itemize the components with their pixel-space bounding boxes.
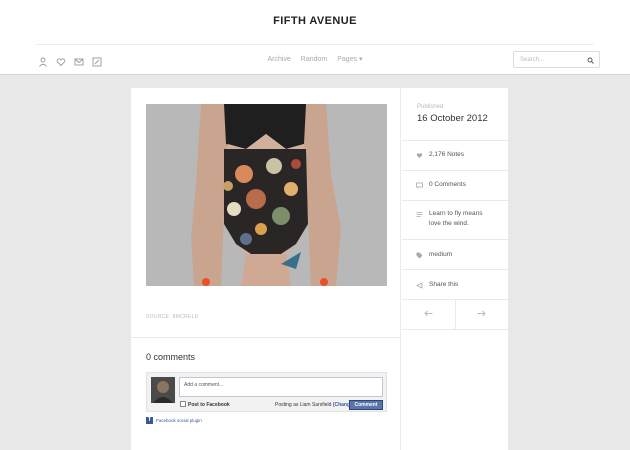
site-header: FIFTH AVENUE Archive Random Pages ▾ Sear… <box>0 0 630 75</box>
post-sidebar: Published 16 October 2012 2,176 Notes 0 … <box>402 88 508 450</box>
search-input[interactable]: Search... <box>513 51 600 68</box>
sidebar-divider <box>402 269 508 270</box>
search-placeholder: Search... <box>520 57 545 63</box>
avatar <box>151 377 175 403</box>
posting-as-name: Posting as Liam Sarsfield <box>275 402 332 408</box>
comments-count: 0 Comments <box>429 181 466 188</box>
caption-item: Learn to fly means love the wind. <box>416 209 482 229</box>
caption-line-1: Learn to fly means <box>429 210 483 217</box>
tag-label: medium <box>429 251 453 258</box>
caption-line-2: love the wind. <box>429 220 469 227</box>
post-source[interactable]: SOURCE: 8MCRELD <box>146 314 199 320</box>
post-to-facebook-checkbox[interactable] <box>180 401 186 407</box>
post-main: SOURCE: 8MCRELD 0 comments Add a comment… <box>131 88 401 450</box>
notes-count: 2,176 Notes <box>429 151 465 158</box>
tag-item[interactable]: medium <box>416 250 452 260</box>
posting-as-text: Posting as Liam Sarsfield (Change) <box>275 402 354 408</box>
quote-icon <box>416 212 423 217</box>
facebook-comment-box: Add a comment... Post to Facebook Postin… <box>146 372 387 412</box>
post-to-facebook-label: Post to Facebook <box>188 402 230 408</box>
heart-icon <box>416 153 423 158</box>
caption-text: Learn to fly means love the wind. <box>429 209 482 229</box>
nav-random[interactable]: Random <box>301 56 327 63</box>
facebook-plugin-credit[interactable]: f Facebook social plugin <box>146 417 202 424</box>
share-icon <box>416 282 423 289</box>
notes-item[interactable]: 2,176 Notes <box>416 150 464 160</box>
next-post-arrow-icon[interactable] <box>477 310 486 317</box>
nav-archive[interactable]: Archive <box>267 56 290 63</box>
comment-icon <box>416 182 423 189</box>
sidebar-divider <box>402 140 508 141</box>
sidebar-divider <box>402 200 508 201</box>
pagination-divider <box>455 299 456 329</box>
sidebar-divider <box>402 170 508 171</box>
share-label: Share this <box>429 281 459 288</box>
published-date[interactable]: 16 October 2012 <box>417 113 488 124</box>
facebook-logo-icon: f <box>146 417 153 424</box>
facebook-plugin-label: Facebook social plugin <box>156 418 202 423</box>
comments-heading: 0 comments <box>146 352 196 362</box>
facebook-comment-input[interactable]: Add a comment... <box>179 377 383 397</box>
previous-post-arrow-icon[interactable] <box>424 310 433 317</box>
content-divider <box>131 337 401 338</box>
sidebar-divider <box>402 239 508 240</box>
published-label: Published <box>417 104 444 110</box>
comment-button[interactable]: Comment <box>349 400 383 410</box>
facebook-comment-placeholder: Add a comment... <box>184 382 224 388</box>
post-photo[interactable] <box>146 104 387 286</box>
search-icon[interactable] <box>587 57 594 64</box>
post-card: SOURCE: 8MCRELD 0 comments Add a comment… <box>131 88 508 450</box>
post-pagination <box>402 299 508 329</box>
comments-item[interactable]: 0 Comments <box>416 180 466 190</box>
sidebar-divider <box>402 329 508 330</box>
header-divider <box>36 44 594 45</box>
tag-icon <box>416 252 423 259</box>
site-title[interactable]: FIFTH AVENUE <box>0 15 630 27</box>
share-item[interactable]: Share this <box>416 280 458 290</box>
nav-pages-dropdown[interactable]: Pages ▾ <box>337 56 362 63</box>
